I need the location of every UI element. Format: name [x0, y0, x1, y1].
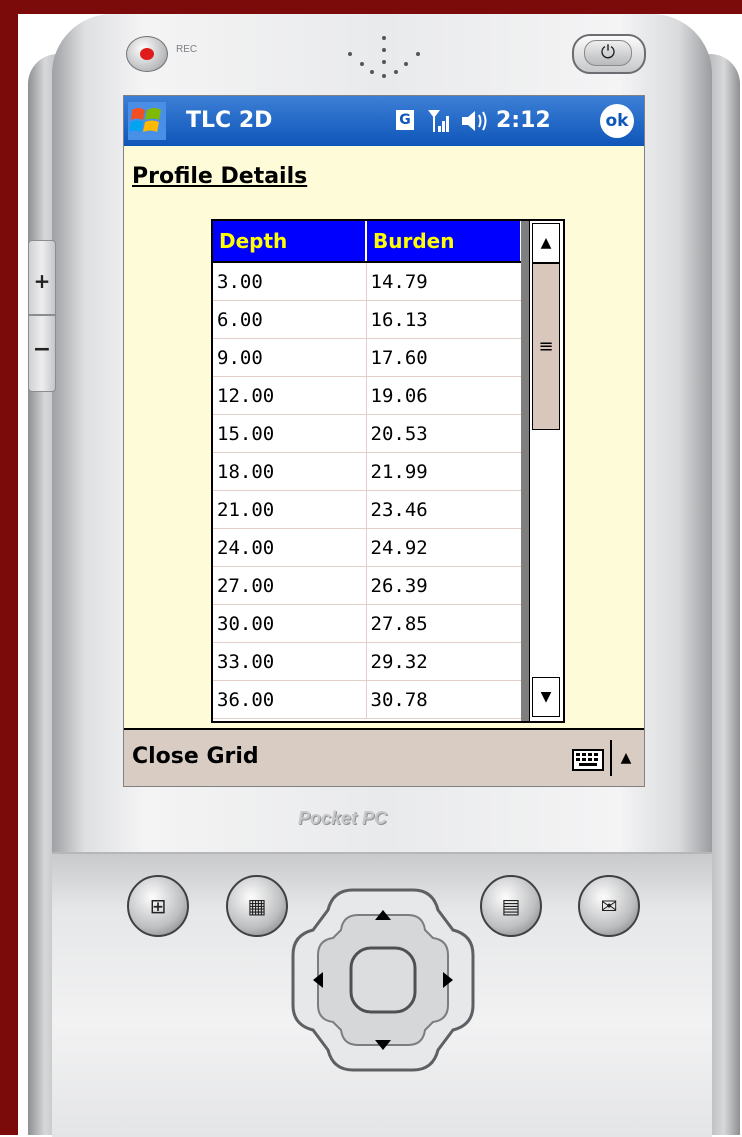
contacts-icon: ▤: [501, 894, 521, 918]
burden-cell[interactable]: 16.13: [366, 300, 522, 339]
close-grid-softkey[interactable]: Close Grid: [132, 744, 259, 769]
table-row[interactable]: 12.00 19.06: [213, 376, 522, 415]
scroll-down-arrow-icon[interactable]: ▼: [532, 677, 560, 717]
device-right-edge: [708, 54, 740, 1135]
grid-row-header-gutter: [521, 221, 529, 721]
screen: TLC 2D G 2:12 ok Profile Details Depth B…: [123, 95, 645, 787]
backdrop-left: [0, 0, 18, 1135]
inbox-hardware-button[interactable]: ✉: [578, 875, 640, 937]
record-label: REC: [176, 44, 198, 55]
table-row[interactable]: 30.00 27.85: [213, 604, 522, 643]
depth-cell[interactable]: 9.00: [213, 338, 367, 377]
scroll-thumb[interactable]: ≡: [532, 263, 560, 430]
start-hardware-button[interactable]: ⊞: [127, 875, 189, 937]
burden-cell[interactable]: 27.85: [366, 604, 522, 643]
column-header-burden[interactable]: Burden: [366, 221, 522, 263]
inbox-icon: ✉: [600, 894, 618, 918]
windows-start-icon: ⊞: [149, 894, 167, 918]
calendar-icon: ▦: [247, 894, 267, 918]
navigation-pad[interactable]: [283, 880, 483, 1080]
app-title: TLC 2D: [186, 108, 273, 133]
page-title: Profile Details: [132, 164, 308, 189]
volume-icon[interactable]: [460, 108, 490, 134]
burden-cell[interactable]: 24.92: [366, 528, 522, 567]
depth-cell[interactable]: 24.00: [213, 528, 367, 567]
vertical-scrollbar[interactable]: ▲ ≡ ▼: [529, 221, 562, 721]
burden-cell[interactable]: 23.46: [366, 490, 522, 529]
depth-cell[interactable]: 30.00: [213, 604, 367, 643]
signal-strength-icon[interactable]: [426, 106, 452, 136]
clock[interactable]: 2:12: [496, 108, 551, 133]
burden-cell[interactable]: 19.06: [366, 376, 522, 415]
power-button[interactable]: ⏻: [572, 34, 646, 74]
column-header-depth[interactable]: Depth: [213, 221, 367, 263]
menu-bar: Close Grid ▲: [124, 728, 644, 786]
depth-cell[interactable]: 15.00: [213, 414, 367, 453]
record-icon: [140, 48, 154, 60]
depth-cell[interactable]: 27.00: [213, 566, 367, 605]
calendar-hardware-button[interactable]: ▦: [226, 875, 288, 937]
burden-cell[interactable]: 30.78: [366, 680, 522, 719]
table-row[interactable]: 24.00 24.92: [213, 528, 522, 567]
depth-cell[interactable]: 6.00: [213, 300, 367, 339]
burden-cell[interactable]: 26.39: [366, 566, 522, 605]
gprs-indicator-icon[interactable]: G: [396, 110, 414, 130]
table-row[interactable]: 15.00 20.53: [213, 414, 522, 453]
depth-cell[interactable]: 36.00: [213, 680, 367, 719]
pocket-pc-logo: Pocket PC: [298, 808, 388, 828]
depth-cell[interactable]: 3.00: [213, 262, 367, 301]
record-button[interactable]: [126, 36, 168, 72]
table-row[interactable]: 33.00 29.32: [213, 642, 522, 681]
burden-cell[interactable]: 20.53: [366, 414, 522, 453]
contacts-hardware-button[interactable]: ▤: [480, 875, 542, 937]
table-row[interactable]: 3.00 14.79: [213, 262, 522, 301]
burden-cell[interactable]: 17.60: [366, 338, 522, 377]
table-row[interactable]: 18.00 21.99: [213, 452, 522, 491]
depth-cell[interactable]: 12.00: [213, 376, 367, 415]
ok-button[interactable]: ok: [600, 104, 634, 138]
start-menu-icon[interactable]: [128, 102, 166, 140]
power-icon: ⏻: [584, 40, 632, 66]
dpad-icon: [291, 888, 475, 1072]
input-panel-arrow-icon[interactable]: ▲: [610, 740, 640, 776]
table-row[interactable]: 9.00 17.60: [213, 338, 522, 377]
table-row[interactable]: 27.00 26.39: [213, 566, 522, 605]
depth-cell[interactable]: 33.00: [213, 642, 367, 681]
keyboard-icon[interactable]: [572, 748, 604, 772]
table-row[interactable]: 6.00 16.13: [213, 300, 522, 339]
scroll-up-arrow-icon[interactable]: ▲: [532, 223, 560, 263]
backdrop-top: [0, 0, 742, 14]
burden-cell[interactable]: 14.79: [366, 262, 522, 301]
volume-rocker[interactable]: + −: [28, 240, 56, 392]
depth-cell[interactable]: 21.00: [213, 490, 367, 529]
burden-cell[interactable]: 29.32: [366, 642, 522, 681]
title-bar: TLC 2D G 2:12 ok: [124, 96, 644, 146]
speaker-grille-icon: [346, 34, 426, 84]
table-row[interactable]: 36.00 30.78: [213, 680, 522, 719]
profile-table: Depth Burden 3.00 14.79 6.00 16.13 9.00 17.…: [213, 221, 522, 719]
burden-cell[interactable]: 21.99: [366, 452, 522, 491]
data-grid[interactable]: Depth Burden 3.00 14.79 6.00 16.13 9.00 17.…: [211, 219, 565, 723]
volume-up-button[interactable]: +: [29, 269, 55, 293]
volume-down-button[interactable]: −: [29, 337, 55, 362]
depth-cell[interactable]: 18.00: [213, 452, 367, 491]
table-row[interactable]: 21.00 23.46: [213, 490, 522, 529]
